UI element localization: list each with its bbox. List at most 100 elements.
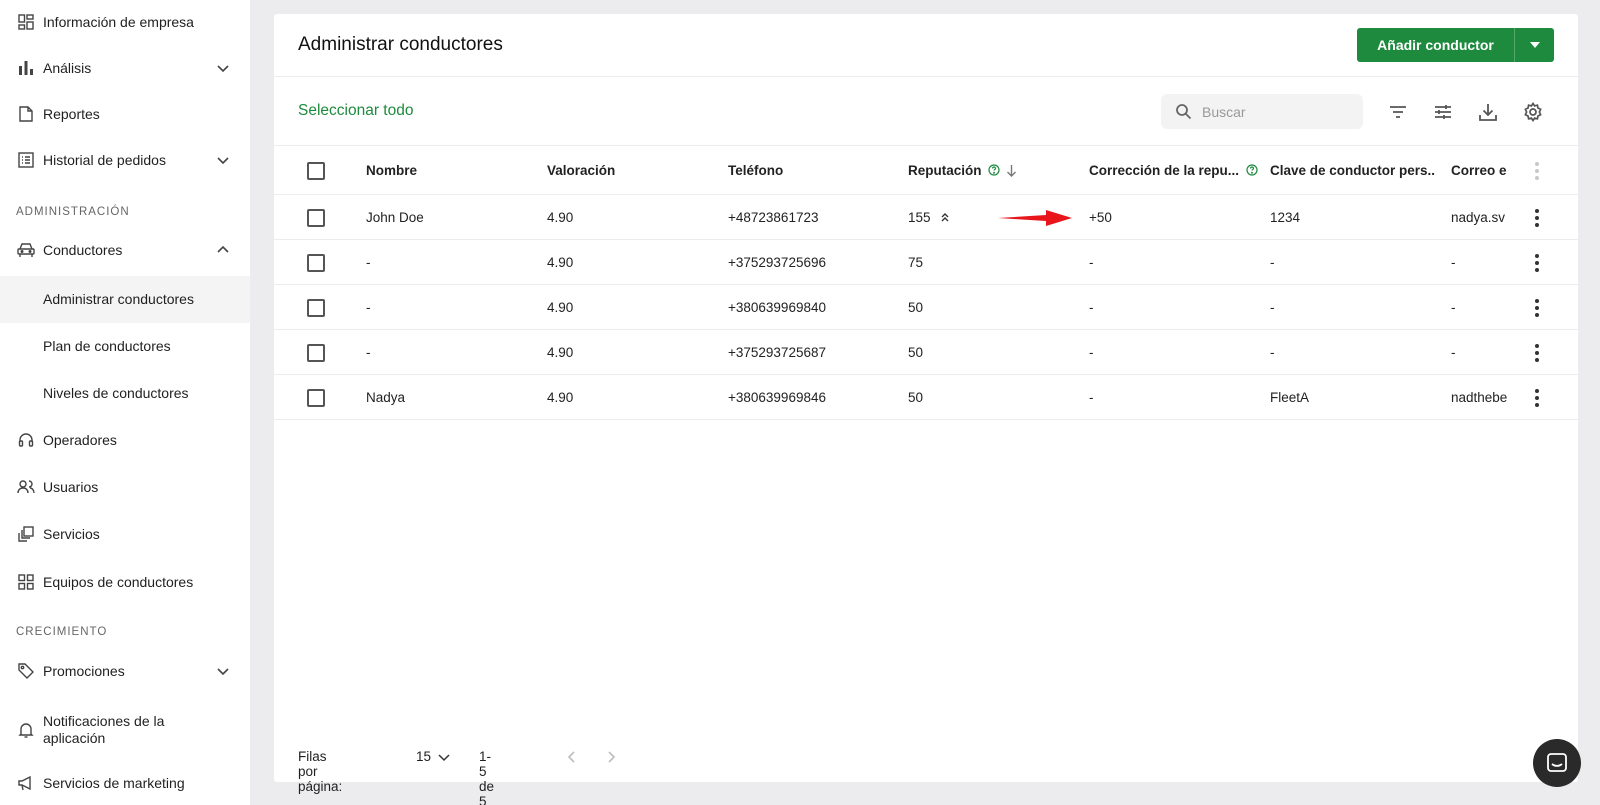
column-header-personal-driver-key[interactable]: Clave de conductor pers...: [1270, 163, 1435, 178]
cell-phone: +48723861723: [728, 210, 819, 225]
row-menu-icon[interactable]: [1533, 253, 1541, 273]
row-checkbox[interactable]: [307, 254, 325, 272]
download-icon: [1479, 104, 1497, 121]
cell-email: -: [1451, 345, 1456, 360]
cell-driver-key: -: [1270, 300, 1275, 315]
column-header-reputation[interactable]: Reputación: [908, 163, 1017, 178]
cell-phone: +380639969846: [728, 390, 826, 405]
row-checkbox[interactable]: [307, 209, 325, 227]
column-header-reputation-correction[interactable]: Corrección de la repu...: [1089, 163, 1258, 178]
sidebar-item-company-info[interactable]: Información de empresa: [0, 12, 250, 32]
row-menu-icon[interactable]: [1533, 298, 1541, 318]
row-checkbox[interactable]: [307, 344, 325, 362]
table-row[interactable]: - 4.90 +375293725696 75 - - -: [274, 241, 1578, 285]
chevron-right-icon[interactable]: [603, 749, 619, 765]
table-row[interactable]: - 4.90 +375293725687 50 - - -: [274, 331, 1578, 375]
search-input[interactable]: [1202, 94, 1352, 129]
cell-rating: 4.90: [547, 210, 574, 225]
table-header: Nombre Valoración Teléfono Reputación Co…: [274, 147, 1578, 195]
download-button[interactable]: [1476, 100, 1500, 124]
adjust-columns-button[interactable]: [1431, 100, 1455, 124]
select-all-link[interactable]: Seleccionar todo: [298, 102, 413, 120]
settings-button[interactable]: [1521, 100, 1545, 124]
sidebar-item-marketing-services[interactable]: Servicios de marketing: [0, 773, 250, 793]
filter-button[interactable]: [1386, 100, 1410, 124]
chat-icon: [1547, 753, 1567, 772]
sidebar-item-manage-drivers[interactable]: Administrar conductores: [0, 276, 250, 323]
row-menu-icon[interactable]: [1533, 388, 1541, 408]
cell-driver-key: -: [1270, 255, 1275, 270]
cell-reputation: 50: [908, 390, 924, 405]
column-header-rating[interactable]: Valoración: [547, 163, 717, 178]
sidebar-item-reports[interactable]: Reportes: [0, 104, 250, 124]
cell-reputation: 75: [908, 255, 924, 270]
add-driver-button[interactable]: Añadir conductor: [1357, 28, 1515, 62]
chevron-left-icon[interactable]: [564, 749, 580, 765]
sidebar-item-driver-levels[interactable]: Niveles de conductores: [0, 383, 250, 403]
cell-name: -: [366, 300, 371, 315]
column-header-name[interactable]: Nombre: [366, 163, 536, 178]
row-checkbox[interactable]: [307, 299, 325, 317]
sidebar-item-label: Conductores: [43, 241, 123, 258]
chevron-down-icon[interactable]: [437, 750, 451, 764]
cell-reputation: 50: [908, 345, 924, 360]
sidebar-item-users[interactable]: Usuarios: [0, 477, 250, 497]
pagination-range: 1-5 de 5: [479, 749, 495, 805]
sidebar-item-label: Promociones: [43, 662, 125, 679]
cell-rating: 4.90: [547, 345, 574, 360]
sidebar-item-label: Historial de pedidos: [43, 151, 166, 168]
cell-driver-key: -: [1270, 345, 1275, 360]
search-box: [1161, 94, 1363, 129]
table-row[interactable]: - 4.90 +380639969840 50 - - -: [274, 286, 1578, 330]
row-menu-icon[interactable]: [1533, 208, 1541, 228]
list-icon: [17, 151, 35, 169]
sidebar-item-label: Información de empresa: [43, 13, 194, 30]
page-title: Administrar conductores: [298, 34, 503, 55]
rows-per-page-label: Filas por página:: [298, 749, 343, 794]
column-header-email[interactable]: Correo el: [1451, 163, 1507, 178]
sidebar-item-drivers[interactable]: Conductores: [0, 240, 250, 260]
sidebar-item-order-history[interactable]: Historial de pedidos: [0, 150, 250, 170]
sidebar-item-label: Equipos de conductores: [43, 573, 194, 590]
row-checkbox[interactable]: [307, 389, 325, 407]
cell-name: -: [366, 345, 371, 360]
column-header-phone[interactable]: Teléfono: [728, 163, 898, 178]
column-header-reputation-correction-label: Corrección de la repu...: [1089, 163, 1240, 178]
table-row[interactable]: Nadya 4.90 +380639969846 50 - FleetA nad…: [274, 376, 1578, 420]
sidebar-item-operators[interactable]: Operadores: [0, 430, 250, 450]
section-title-growth: CRECIMIENTO: [16, 626, 108, 638]
sidebar-item-label: Notificaciones de la aplicación: [43, 713, 165, 746]
column-menu-icon[interactable]: [1533, 161, 1541, 181]
cell-reputation: 155: [908, 210, 950, 225]
sidebar-item-app-notifications[interactable]: Notificaciones de la aplicación: [0, 710, 250, 750]
cell-driver-key: FleetA: [1270, 390, 1310, 405]
chevron-up-icon: [217, 245, 229, 253]
select-all-checkbox[interactable]: [307, 162, 325, 180]
add-driver-button-group: Añadir conductor: [1357, 28, 1554, 62]
megaphone-icon: [17, 774, 35, 792]
sidebar-item-label: Análisis: [43, 59, 92, 76]
add-driver-dropdown[interactable]: [1515, 28, 1554, 62]
sidebar-item-label: Plan de conductores: [43, 337, 171, 354]
toolbar: Seleccionar todo: [274, 78, 1578, 146]
cell-email: -: [1451, 255, 1456, 270]
sidebar-item-services[interactable]: Servicios: [0, 524, 250, 544]
sidebar-item-driver-teams[interactable]: Equipos de conductores: [0, 572, 250, 592]
document-icon: [17, 105, 35, 123]
row-menu-icon[interactable]: [1533, 343, 1541, 363]
sidebar-item-promotions[interactable]: Promociones: [0, 661, 250, 681]
cell-phone: +380639969840: [728, 300, 826, 315]
cell-email: -: [1451, 300, 1456, 315]
sidebar-item-analysis[interactable]: Análisis: [0, 58, 250, 78]
chat-launcher-button[interactable]: [1533, 739, 1581, 787]
cell-name: John Doe: [366, 210, 424, 225]
cell-phone: +375293725687: [728, 345, 826, 360]
cell-phone: +375293725696: [728, 255, 826, 270]
table-row[interactable]: John Doe 4.90 +48723861723 155 +50 1234 …: [274, 196, 1578, 240]
sort-down-icon: [1007, 165, 1017, 177]
sidebar-item-driver-plan[interactable]: Plan de conductores: [0, 336, 250, 356]
arrow-annotation-icon: [998, 210, 1072, 226]
tag-icon: [17, 662, 35, 680]
rows-per-page-select[interactable]: 15: [416, 749, 431, 764]
card-header: Administrar conductores Añadir conductor: [274, 14, 1578, 77]
